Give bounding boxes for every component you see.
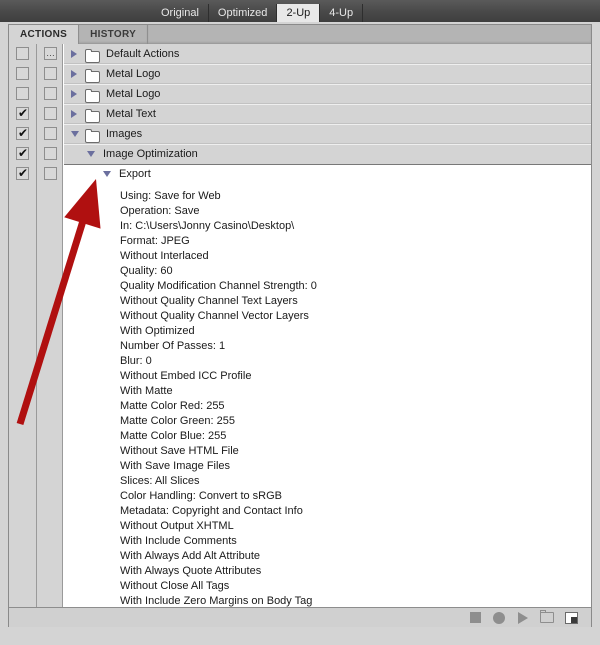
detail-line: With Optimized — [120, 325, 195, 337]
view-tab-original[interactable]: Original — [152, 4, 209, 22]
detail-line: Operation: Save — [120, 205, 200, 217]
tab-actions[interactable]: ACTIONS — [9, 25, 80, 44]
play-icon — [518, 611, 528, 624]
folder-icon — [85, 69, 100, 83]
ellipsis-icon: … — [46, 48, 55, 58]
check-icon: ✔ — [18, 106, 29, 120]
record-button[interactable] — [487, 609, 511, 627]
detail-line: Matte Color Blue: 255 — [120, 430, 227, 442]
chevron-right-icon[interactable] — [71, 109, 77, 118]
tree-row[interactable]: ✔ Images — [9, 124, 591, 144]
tree-row[interactable]: ✔ Image Optimization — [9, 144, 591, 164]
detail-line: Without Output XHTML — [120, 520, 234, 532]
folder-icon — [85, 109, 100, 123]
dialog-toggle-checkbox[interactable] — [44, 87, 57, 100]
detail-line: Without Quality Channel Text Layers — [120, 295, 298, 307]
detail-line: With Always Add Alt Attribute — [120, 550, 261, 562]
detail-line: Slices: All Slices — [120, 475, 200, 487]
detail-line: With Include Comments — [120, 535, 237, 547]
tree-row[interactable]: … Default Actions — [9, 44, 591, 64]
tree-row[interactable]: ✔ Metal Text — [9, 104, 591, 124]
detail-line: Metadata: Copyright and Contact Info — [120, 505, 303, 517]
check-icon: ✔ — [18, 166, 29, 180]
new-action-icon — [564, 611, 578, 624]
play-button[interactable] — [511, 609, 535, 627]
tree-row[interactable]: Metal Logo — [9, 84, 591, 104]
tree-row[interactable]: Metal Logo — [9, 64, 591, 84]
chevron-right-icon[interactable] — [71, 89, 77, 98]
detail-line: Without Interlaced — [120, 250, 209, 262]
detail-line: In: C:\Users\Jonny Casino\Desktop\ — [120, 220, 295, 232]
tree-row-label: Image Optimization — [103, 148, 198, 160]
chevron-down-icon[interactable] — [103, 171, 111, 177]
stop-button[interactable] — [463, 609, 487, 627]
toggle-checkbox[interactable] — [16, 67, 29, 80]
new-set-button[interactable] — [535, 609, 559, 627]
detail-line: Without Close All Tags — [120, 580, 230, 592]
detail-line: Matte Color Red: 255 — [120, 400, 225, 412]
toggle-checkbox[interactable]: ✔ — [16, 127, 29, 140]
detail-line: Without Embed ICC Profile — [120, 370, 252, 382]
toggle-checkbox[interactable]: ✔ — [16, 167, 29, 180]
photoshop-actions-panel-screenshot: Original Optimized 2-Up 4-Up ACTIONS HIS… — [0, 0, 600, 645]
detail-line: Matte Color Green: 255 — [120, 415, 235, 427]
toggle-checkbox[interactable]: ✔ — [16, 147, 29, 160]
tree-row-label: Metal Text — [106, 108, 156, 120]
folder-icon — [85, 129, 100, 143]
view-tab-4-up[interactable]: 4-Up — [320, 4, 364, 22]
view-tab-2-up[interactable]: 2-Up — [277, 4, 321, 22]
detail-line: Number Of Passes: 1 — [120, 340, 226, 352]
dialog-toggle-checkbox[interactable] — [44, 107, 57, 120]
detail-line: Color Handling: Convert to sRGB — [120, 490, 283, 502]
check-icon: ✔ — [18, 126, 29, 140]
detail-line: Without Save HTML File — [120, 445, 239, 457]
chevron-right-icon[interactable] — [71, 49, 77, 58]
check-icon: ✔ — [18, 146, 29, 160]
detail-line: Blur: 0 — [120, 355, 152, 367]
chevron-down-icon[interactable] — [71, 131, 79, 137]
tree-row-label: Default Actions — [106, 48, 180, 60]
folder-icon — [85, 89, 100, 103]
actions-panel: ACTIONS HISTORY … Default Actions Metal Lo… — [8, 24, 592, 627]
detail-line: Quality: 60 — [120, 265, 173, 277]
new-folder-icon — [539, 609, 554, 623]
dialog-toggle-checkbox[interactable] — [44, 147, 57, 160]
detail-line: With Include Zero Margins on Body Tag — [120, 595, 313, 607]
tree-row[interactable]: ✔ Export — [9, 164, 591, 184]
view-tab-optimized[interactable]: Optimized — [209, 4, 278, 22]
panel-tab-filler — [148, 25, 591, 44]
tree-row-label: Metal Logo — [106, 88, 161, 100]
detail-line: Without Quality Channel Vector Layers — [120, 310, 309, 322]
stop-icon — [469, 612, 481, 623]
new-action-button[interactable] — [559, 609, 583, 627]
toggle-checkbox[interactable]: ✔ — [16, 107, 29, 120]
detail-line: Format: JPEG — [120, 235, 190, 247]
toggle-checkbox[interactable] — [16, 87, 29, 100]
panel-tab-strip: ACTIONS HISTORY — [9, 25, 591, 45]
chevron-right-icon[interactable] — [71, 69, 77, 78]
view-tab-bar: Original Optimized 2-Up 4-Up — [0, 0, 600, 22]
dialog-toggle-checkbox[interactable] — [44, 127, 57, 140]
folder-icon — [85, 49, 100, 63]
record-icon — [493, 611, 505, 624]
actions-panel-toolbar — [9, 607, 591, 627]
toggle-checkbox[interactable] — [16, 47, 29, 60]
tab-history[interactable]: HISTORY — [79, 25, 149, 44]
detail-line: With Save Image Files — [120, 460, 231, 472]
tree-row-label: Export — [119, 168, 151, 180]
actions-list: … Default Actions Metal Logo Metal Logo ✔ Met… — [9, 44, 591, 607]
chevron-down-icon[interactable] — [87, 151, 95, 157]
detail-line: Using: Save for Web — [120, 190, 221, 202]
detail-line: Quality Modification Channel Strength: 0 — [120, 280, 317, 292]
dialog-toggle-checkbox[interactable]: … — [44, 47, 57, 60]
detail-line: With Always Quote Attributes — [120, 565, 262, 577]
dialog-toggle-checkbox[interactable] — [44, 167, 57, 180]
detail-line: With Matte — [120, 385, 173, 397]
dialog-toggle-checkbox[interactable] — [44, 67, 57, 80]
tree-row-label: Metal Logo — [106, 68, 161, 80]
tree-row-label: Images — [106, 128, 143, 140]
